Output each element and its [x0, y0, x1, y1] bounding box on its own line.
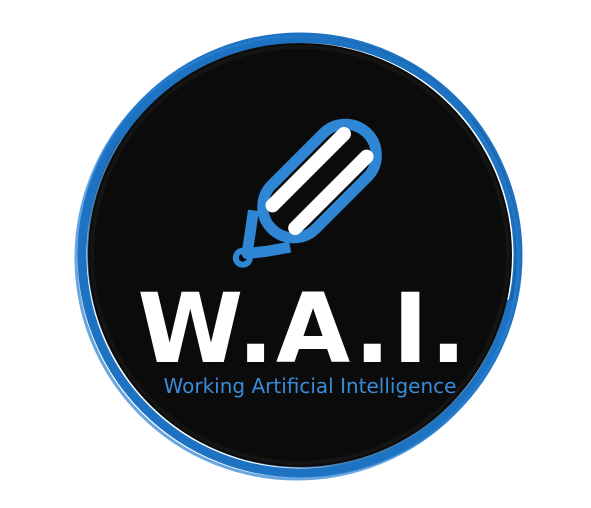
- logo-canvas: W.A.I. Working Artificial Intelligence: [0, 0, 591, 508]
- wai-logo: W.A.I. Working Artificial Intelligence: [74, 32, 523, 481]
- wordmark-text: W.A.I.: [137, 273, 468, 385]
- tagline-text: Working Artificial Intelligence: [164, 374, 457, 398]
